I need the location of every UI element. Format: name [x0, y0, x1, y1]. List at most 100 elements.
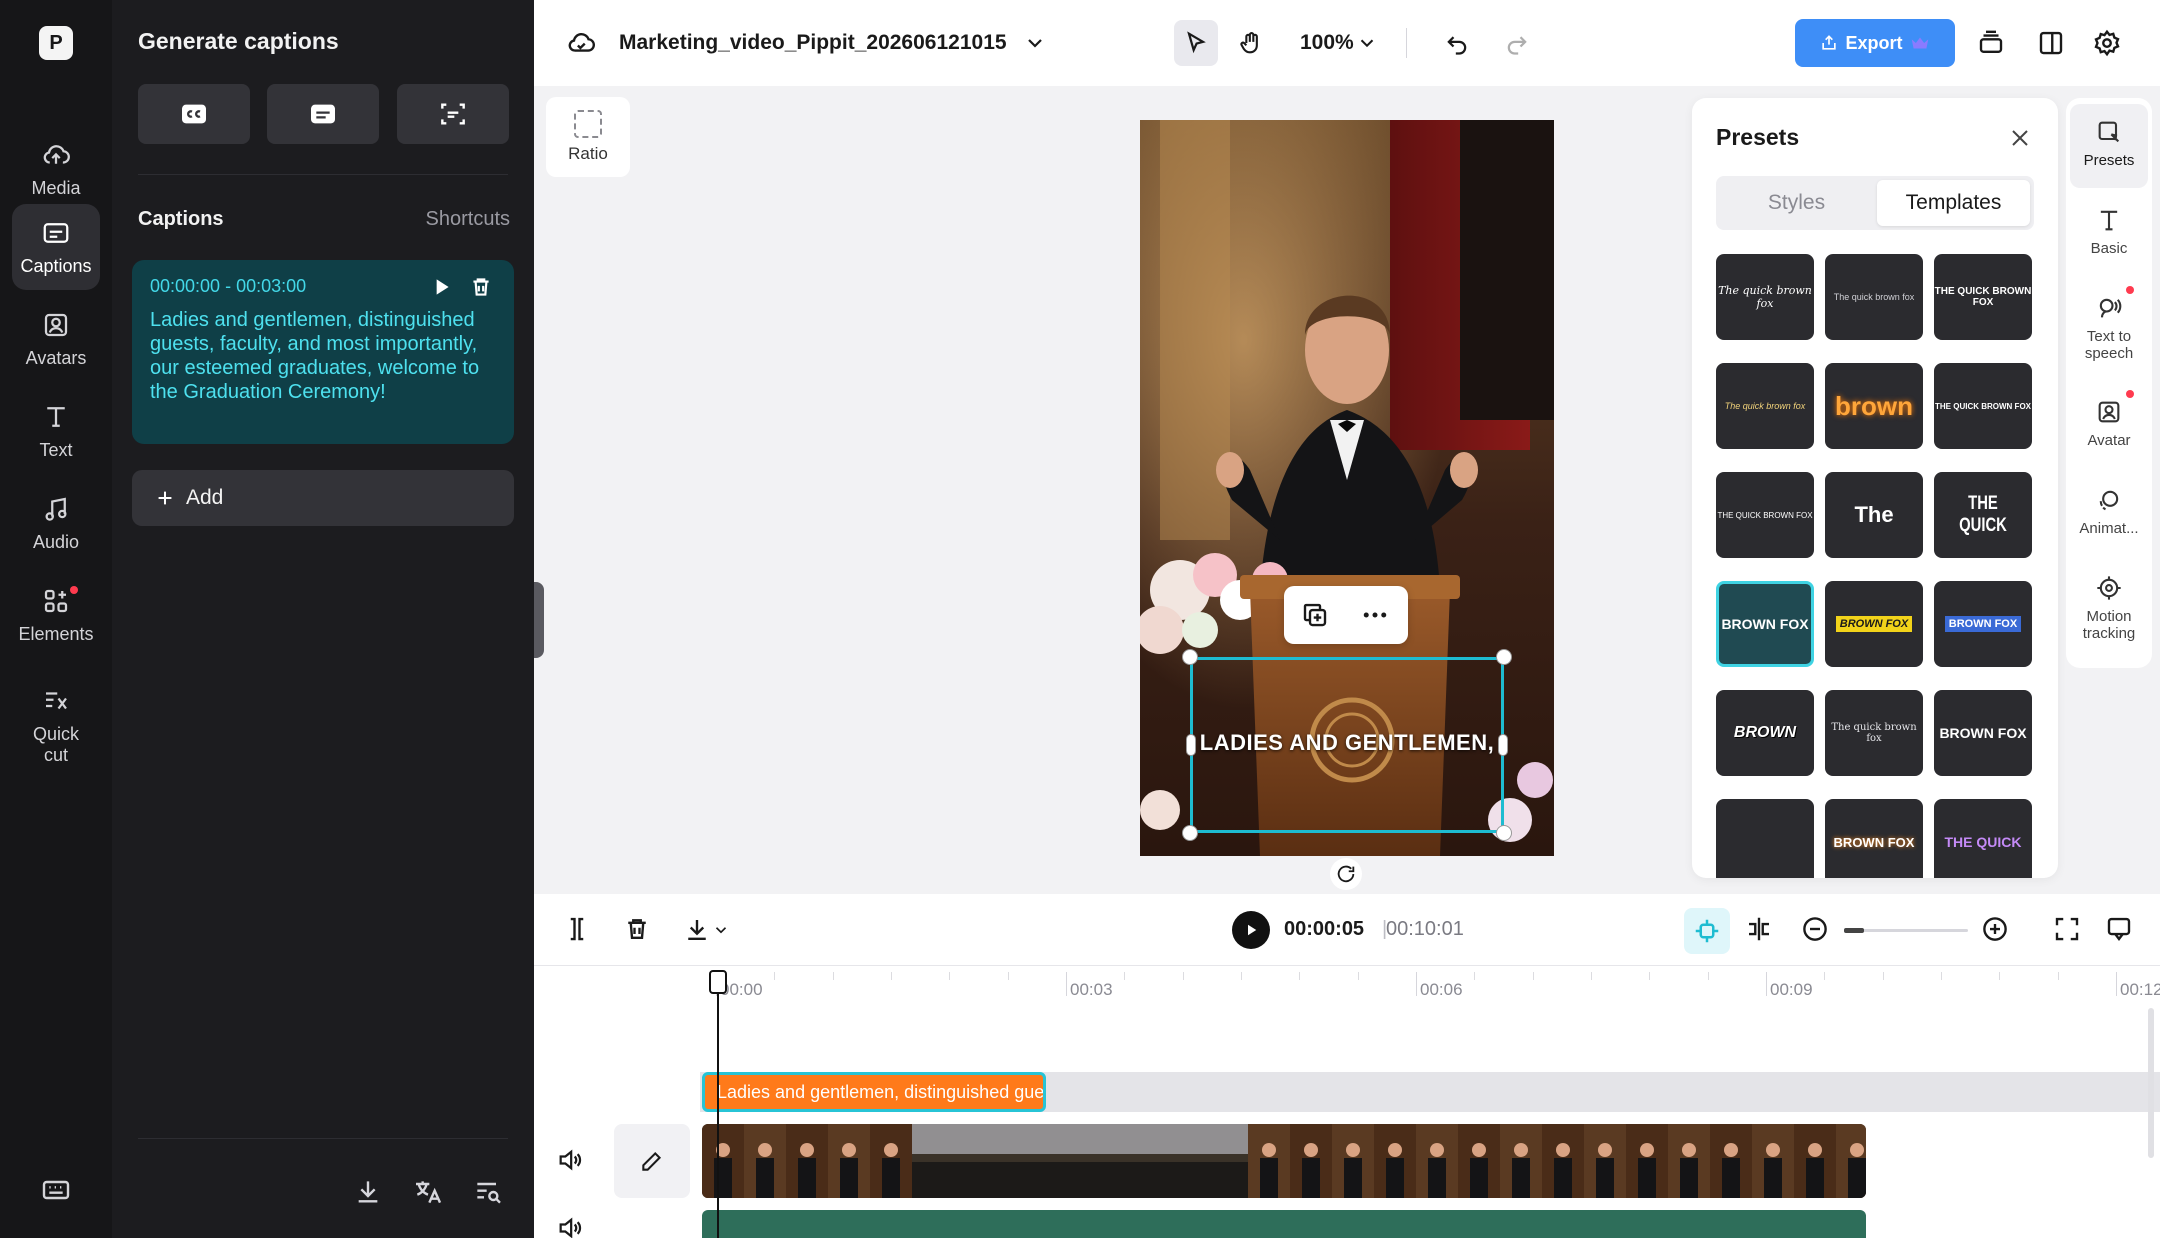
- project-menu-button[interactable]: [1018, 26, 1052, 60]
- panel-collapse-handle[interactable]: [534, 582, 544, 658]
- rail-item-audio[interactable]: Audio: [12, 480, 100, 566]
- template-tile[interactable]: BROWN FOX: [1934, 581, 2032, 667]
- template-tile[interactable]: THE QUICK: [1934, 799, 2032, 878]
- more-options-button[interactable]: [1360, 600, 1390, 630]
- right-rail-item-presets[interactable]: Presets: [2070, 104, 2148, 188]
- caption-clip[interactable]: Ladies and gentlemen, distinguished gues…: [702, 1072, 1046, 1112]
- timeline-scrollbar[interactable]: [2148, 1008, 2154, 1158]
- rail-item-quick-cut[interactable]: Quick cut: [12, 676, 100, 776]
- rail-item-media[interactable]: Media: [12, 126, 100, 212]
- delete-caption-button[interactable]: [468, 274, 494, 300]
- template-tile[interactable]: [1716, 799, 1814, 878]
- audio-clip[interactable]: [702, 1210, 1866, 1238]
- redo-icon: [1507, 36, 1527, 55]
- rail-item-captions[interactable]: Captions: [12, 204, 100, 290]
- resize-handle[interactable]: [1186, 734, 1196, 756]
- right-rail-item-animation[interactable]: Animat...: [2070, 472, 2148, 556]
- tab-templates[interactable]: Templates: [1877, 180, 2030, 226]
- right-rail-item-avatar[interactable]: Avatar: [2070, 384, 2148, 468]
- project-name[interactable]: Marketing_video_Pippit_202606121015: [619, 31, 1007, 55]
- rotate-handle[interactable]: [1330, 858, 1362, 890]
- template-label: BROWN FOX: [1721, 616, 1809, 632]
- template-tile[interactable]: The quick brown fox: [1825, 690, 1923, 776]
- resize-handle[interactable]: [1496, 825, 1512, 841]
- settings-button[interactable]: [2090, 26, 2124, 60]
- template-tile-selected[interactable]: BROWN FOX: [1716, 581, 1814, 667]
- right-rail-item-text-to-speech[interactable]: Text to speech: [2070, 280, 2148, 380]
- resize-handle[interactable]: [1496, 649, 1512, 665]
- rail-item-text[interactable]: Text: [12, 388, 100, 474]
- layout-toggle-button[interactable]: [2034, 26, 2068, 60]
- download-captions-button[interactable]: [352, 1176, 384, 1208]
- app-logo[interactable]: P: [39, 26, 73, 60]
- template-tile[interactable]: THE QUICK BROWN FOX: [1716, 472, 1814, 558]
- resize-handle[interactable]: [1498, 734, 1508, 756]
- translate-button[interactable]: [412, 1176, 444, 1208]
- template-tile[interactable]: BROWN FOX: [1825, 581, 1923, 667]
- caption-text[interactable]: Ladies and gentlemen, distinguished gues…: [150, 308, 480, 404]
- comment-button[interactable]: [2104, 914, 2136, 946]
- template-tile[interactable]: THE QUICK BROWN FOX: [1934, 254, 2032, 340]
- add-caption-button[interactable]: Add: [132, 470, 514, 526]
- play-button[interactable]: [1232, 911, 1270, 949]
- duplicate-button[interactable]: [1300, 600, 1330, 630]
- timeline-zoom-slider[interactable]: [1844, 928, 1968, 933]
- rail-item-elements[interactable]: Elements: [12, 572, 100, 658]
- subtitle-file-button[interactable]: [267, 84, 379, 144]
- template-tile[interactable]: THE QUICK: [1934, 472, 2032, 558]
- template-tile[interactable]: The quick brown fox: [1825, 254, 1923, 340]
- edit-cover-button[interactable]: [614, 1124, 690, 1198]
- right-rail-item-motion-tracking[interactable]: Motion tracking: [2070, 560, 2148, 660]
- caption-overlay-text[interactable]: LADIES AND GENTLEMEN,: [1190, 730, 1504, 756]
- export-button[interactable]: Export: [1795, 19, 1955, 67]
- download-menu-button[interactable]: [682, 914, 732, 946]
- ratio-button[interactable]: Ratio: [546, 97, 630, 177]
- auto-captions-button[interactable]: [138, 84, 250, 144]
- zoom-level[interactable]: 100%: [1300, 31, 1354, 55]
- search-replace-button[interactable]: [472, 1176, 504, 1208]
- close-presets-button[interactable]: [2008, 126, 2032, 150]
- template-tile[interactable]: brown: [1825, 363, 1923, 449]
- zoom-slider-thumb[interactable]: [1844, 928, 1864, 933]
- layers-button[interactable]: [1974, 26, 2008, 60]
- split-icon: [570, 917, 584, 941]
- close-icon: [2012, 130, 2028, 146]
- cloud-save-status[interactable]: [564, 26, 598, 60]
- delete-button[interactable]: [622, 914, 654, 946]
- magnet-snap-button[interactable]: [1684, 908, 1730, 954]
- zoom-out-button[interactable]: [1800, 914, 1832, 946]
- tab-styles[interactable]: Styles: [1720, 180, 1873, 226]
- caption-card[interactable]: 00:00:00 - 00:03:00 Ladies and gentlemen…: [132, 260, 514, 444]
- template-tile[interactable]: BROWN FOX: [1825, 799, 1923, 878]
- template-tile[interactable]: THE QUICK BROWN FOX: [1934, 363, 2032, 449]
- video-clip[interactable]: [702, 1124, 1866, 1198]
- link-clips-button[interactable]: [1744, 914, 1776, 946]
- keyboard-shortcuts-button[interactable]: [40, 1174, 72, 1206]
- template-tile[interactable]: The quick brown fox: [1716, 363, 1814, 449]
- template-tile[interactable]: The: [1825, 472, 1923, 558]
- play-caption-button[interactable]: [428, 274, 454, 300]
- resize-handle[interactable]: [1182, 649, 1198, 665]
- playhead[interactable]: [717, 970, 719, 1238]
- fit-timeline-button[interactable]: [2052, 914, 2084, 946]
- split-button[interactable]: [562, 914, 594, 946]
- redo-button[interactable]: [1500, 26, 1534, 60]
- resize-handle[interactable]: [1182, 825, 1198, 841]
- video-track-mute-button[interactable]: [556, 1146, 586, 1176]
- template-tile[interactable]: BROWN: [1716, 690, 1814, 776]
- zoom-menu-button[interactable]: [1350, 26, 1384, 60]
- audio-track-mute-button[interactable]: [556, 1214, 586, 1238]
- rail-item-avatars[interactable]: Avatars: [12, 296, 100, 382]
- hand-tool-button[interactable]: [1234, 26, 1268, 60]
- scan-captions-button[interactable]: [397, 84, 509, 144]
- template-tile[interactable]: BROWN FOX: [1934, 690, 2032, 776]
- undo-button[interactable]: [1440, 26, 1474, 60]
- shortcuts-link[interactable]: Shortcuts: [426, 208, 510, 231]
- select-tool-button[interactable]: [1174, 20, 1218, 66]
- right-rail-item-basic[interactable]: Basic: [2070, 192, 2148, 276]
- zoom-in-button[interactable]: [1980, 914, 2012, 946]
- playhead-handle[interactable]: [709, 970, 727, 994]
- template-label: brown: [1835, 390, 1913, 421]
- template-tile[interactable]: The quick brown fox: [1716, 254, 1814, 340]
- ruler-tick-line: [1066, 972, 1067, 996]
